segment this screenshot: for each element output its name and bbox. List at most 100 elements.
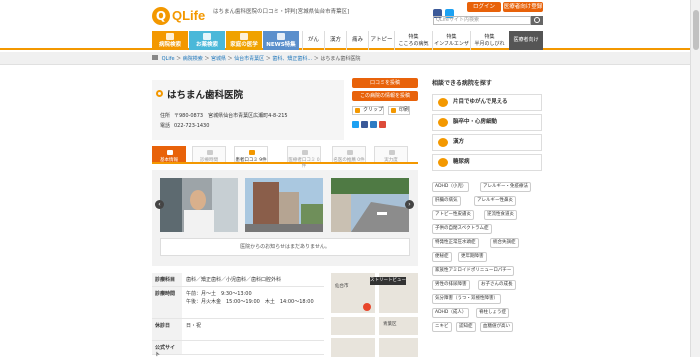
nav-tab-news[interactable]: NEWS特集: [263, 31, 299, 50]
hospital-icon: [166, 33, 174, 40]
topic-chip[interactable]: 更年期障害: [458, 252, 487, 262]
topic-chip[interactable]: お子さんの成長: [478, 280, 516, 290]
card-label: 糖尿病: [453, 159, 470, 165]
logo-text: QLife: [172, 8, 206, 23]
clip-button[interactable]: クリップ: [352, 106, 384, 115]
phone-value: 022-723-1430: [174, 123, 210, 129]
topic-chip[interactable]: 気分障害（うつ・双極性障害）: [432, 294, 501, 304]
tab-ability[interactable]: 実力度: [374, 146, 408, 163]
logo-mark-icon: Q: [152, 7, 170, 25]
scrollbar-thumb[interactable]: [693, 10, 699, 50]
search-icon[interactable]: [531, 16, 543, 25]
address-value: 〒980-0873 宮城県仙台市青葉区広瀬町4-8-215: [174, 113, 288, 119]
card-label: 片目でゆがんで見える: [453, 99, 508, 105]
tab-label: 実力度: [384, 158, 398, 163]
topic-chip[interactable]: 肝臓の病気: [432, 196, 461, 206]
nav-tab-label: 家庭の医学: [230, 42, 258, 48]
sidebar-card[interactable]: 脳卒中・心房細動: [432, 114, 542, 131]
print-button[interactable]: 印刷: [388, 106, 410, 115]
topic-chip[interactable]: 血糖値が高い: [480, 322, 513, 332]
tab-recommendations[interactable]: 名医の推薦 0件: [332, 146, 366, 163]
doctor-photo[interactable]: [160, 178, 238, 232]
tab-label: 基本情報: [160, 158, 178, 163]
topic-chip[interactable]: ADHD（小児）: [432, 182, 470, 192]
register-button[interactable]: 医療者向け登録: [503, 2, 543, 12]
nav-sub-bottom: 半月のしびれ: [474, 41, 505, 47]
topic-chip[interactable]: アレルギー・免疫療法: [480, 182, 531, 192]
map-label: 仙台市: [335, 284, 349, 289]
gallery-prev-icon[interactable]: ‹: [155, 200, 164, 209]
social-icons: [433, 3, 461, 18]
nav-link-cancer[interactable]: がん: [302, 31, 324, 50]
title-marker-icon: [156, 90, 163, 97]
breadcrumb-current: はちまん歯科医院: [320, 56, 361, 62]
location-map[interactable]: 仙台市 青葉区: [331, 273, 418, 357]
row-label: 休診日: [152, 319, 182, 340]
bookmark-share-icon[interactable]: [370, 121, 377, 128]
clinic-name: はちまん歯科医院: [167, 90, 244, 101]
sidebar-card[interactable]: 漢方: [432, 134, 542, 151]
nav-tab-family-medicine[interactable]: 家庭の医学: [226, 31, 262, 50]
tab-hours[interactable]: 診療時間: [192, 146, 226, 163]
details-table: 診療科目 歯科／矯正歯科／小児歯科／歯科口腔外科 診療時間 午前：月〜土 9:30〜…: [152, 273, 324, 357]
row-value: 午前：月〜土 9:30〜13:00 午後：月火木金 15:00〜19:00 木土…: [186, 291, 314, 305]
breadcrumb-item[interactable]: 歯科、矯正歯科...: [272, 56, 312, 62]
pill-icon: [203, 33, 211, 40]
topic-chip[interactable]: 逆流性食道炎: [484, 210, 517, 220]
topic-chip[interactable]: ニキビ: [432, 322, 452, 332]
post-info-button[interactable]: この病院の情報を投稿: [352, 91, 418, 101]
breadcrumb-item[interactable]: QLife: [162, 56, 175, 62]
nav-tab-label: 病院検索: [158, 42, 181, 48]
nav-tab-hospital[interactable]: 病院検索: [152, 31, 188, 50]
building-photo[interactable]: [245, 178, 323, 232]
login-button[interactable]: ログイン: [467, 2, 501, 12]
nav-link-atopy[interactable]: アトピー: [368, 31, 394, 50]
tab-label: 診療時間: [200, 158, 218, 163]
topic-chip[interactable]: 家族性アミロイドポリニューロパチー: [432, 266, 515, 276]
street-photo[interactable]: [331, 178, 409, 232]
facebook-share-icon[interactable]: [361, 121, 368, 128]
sidebar-card[interactable]: 片目でゆがんで見える: [432, 94, 542, 111]
topic-chip[interactable]: 統合失調症: [490, 238, 519, 248]
star-icon: [347, 150, 353, 155]
nav-tab-medicine[interactable]: お薬検索: [189, 31, 225, 50]
topic-chip[interactable]: 男性の排尿障害: [432, 280, 470, 290]
table-row: 公式サイト: [152, 341, 324, 357]
post-review-button[interactable]: 口コミを投稿: [352, 78, 418, 88]
sidebar-card[interactable]: 糖尿病: [432, 154, 542, 171]
topic-chip[interactable]: 脊柱しょう症: [476, 308, 509, 318]
nav-link-kampo[interactable]: 漢方: [324, 31, 346, 50]
nav-link-mental[interactable]: 特集 こころの病気: [394, 31, 432, 50]
gallery-next-icon[interactable]: ›: [405, 200, 414, 209]
topic-chip[interactable]: 便秘症: [432, 252, 452, 262]
tab-basic-info[interactable]: 基本情報: [152, 146, 186, 163]
breadcrumb-item[interactable]: 宮城県: [211, 56, 226, 62]
topic-chip[interactable]: アトピー性皮膚炎: [432, 210, 474, 220]
qlife-logo[interactable]: Q QLife: [152, 7, 212, 25]
card-label: 漢方: [453, 139, 465, 145]
nav-sub-top: 特集: [484, 34, 495, 40]
sidebar-title: 相談できる病院を探す: [432, 80, 492, 87]
nav-professionals[interactable]: 医療者向け: [509, 31, 543, 50]
nav-link-numbness[interactable]: 特集 半月のしびれ: [470, 31, 508, 50]
brain-icon: [438, 118, 448, 127]
google-share-icon[interactable]: [379, 121, 386, 128]
topic-chip[interactable]: ADHD（成人）: [432, 308, 470, 318]
nav-link-pain[interactable]: 痛み: [346, 31, 368, 50]
scrollbar[interactable]: [690, 0, 700, 357]
nav-tab-label: NEWS特集: [266, 42, 296, 48]
row-value: 歯科／矯正歯科／小児歯科／歯科口腔外科: [186, 277, 282, 283]
topic-chip[interactable]: 特発性正常圧水頭症: [432, 238, 479, 248]
breadcrumb-item[interactable]: 病院検索: [183, 56, 203, 62]
tab-doctor-reviews[interactable]: 医療者口コミ 0件: [287, 146, 321, 169]
topic-chip[interactable]: 認知症: [456, 322, 476, 332]
topic-chip[interactable]: アレルギー性鼻炎: [474, 196, 516, 206]
tab-patient-reviews[interactable]: 患者口コミ 9件: [234, 146, 268, 163]
search-input[interactable]: QLifeサイト内検索: [433, 16, 531, 25]
twitter-share-icon[interactable]: [352, 121, 359, 128]
nav-link-influenza[interactable]: 特集 インフルエンザ: [432, 31, 470, 50]
book-icon: [240, 33, 248, 40]
breadcrumb-item[interactable]: 仙台市青葉区: [234, 56, 264, 62]
streetview-button[interactable]: ストリートビュー: [370, 277, 406, 285]
topic-chip[interactable]: 子供の自閉スペクトラム症: [432, 224, 492, 234]
